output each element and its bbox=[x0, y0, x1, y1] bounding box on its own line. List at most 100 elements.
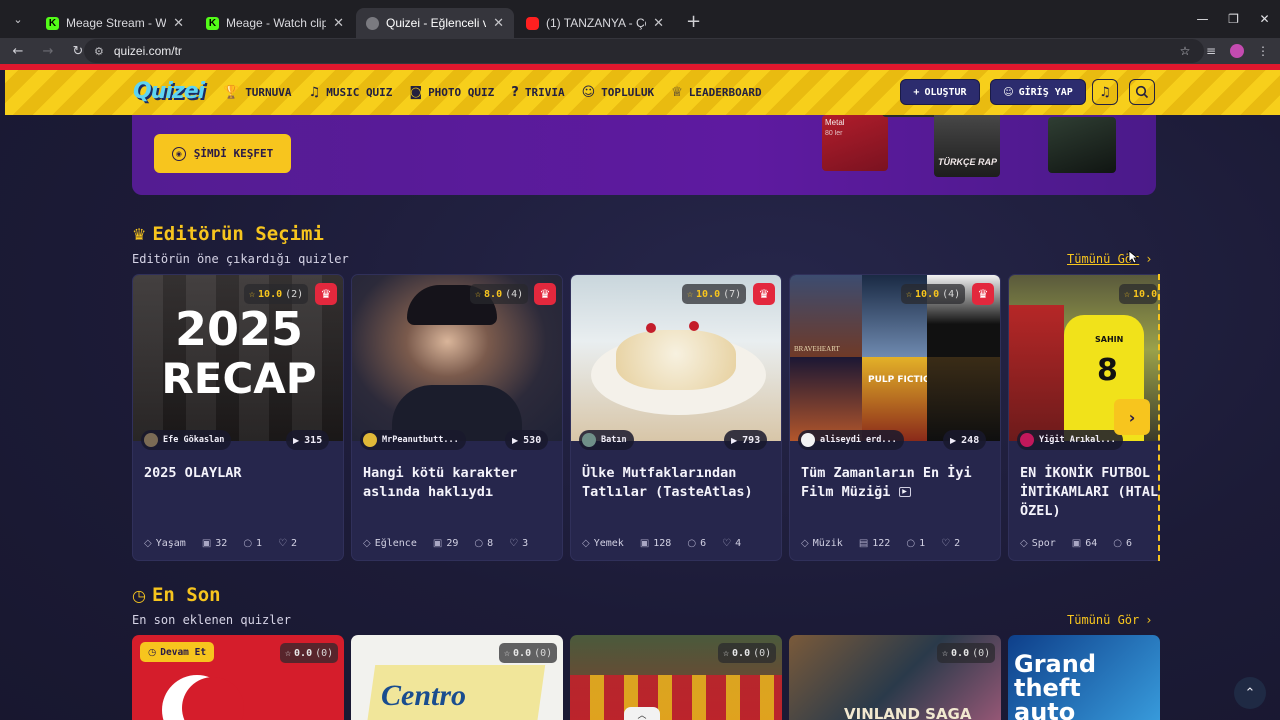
close-window-icon[interactable]: ✕ bbox=[1249, 0, 1280, 38]
heart-icon: ♡ bbox=[278, 538, 288, 549]
quiz-card-2025-olaylar[interactable]: 2025 RECAP ☆ 10.0 (2) ♛ Efe Gökaslan ▶ 315 … bbox=[132, 274, 344, 561]
tab-close-icon[interactable]: ✕ bbox=[653, 16, 664, 31]
browser-tab-1[interactable]: K Meage Stream - Watch Live on ✕ bbox=[36, 8, 194, 38]
search-icon[interactable] bbox=[1129, 79, 1155, 105]
latest-card-gta[interactable]: Grand theft auto bbox=[1008, 635, 1160, 720]
question-count-value: 122 bbox=[872, 538, 891, 549]
login-button[interactable]: ☺ GİRİŞ YAP bbox=[990, 79, 1086, 105]
bookmark-star-icon[interactable]: ☆ bbox=[1174, 40, 1196, 62]
author-name: aliseydi erd... bbox=[820, 435, 897, 445]
thumb-gta-1: Grand bbox=[1014, 650, 1096, 678]
minimize-icon[interactable]: — bbox=[1187, 0, 1218, 38]
browser-tab-4[interactable]: (1) TANZANYA - Çöpün İçinde S ✕ bbox=[516, 8, 674, 38]
new-tab-plus-icon[interactable]: + bbox=[676, 11, 711, 38]
tab-close-icon[interactable]: ✕ bbox=[333, 16, 344, 31]
scroll-up-tab-icon[interactable]: ︿ bbox=[624, 707, 660, 720]
like-count[interactable]: ♡ 4 bbox=[722, 538, 741, 549]
author-badge[interactable]: Efe Gökaslan bbox=[141, 430, 232, 450]
comment-icon: ○ bbox=[474, 538, 484, 549]
quiz-meta: ◇ Spor ▣ 64 ○ 6 bbox=[1020, 538, 1160, 549]
editor-crown-icon: ♛ bbox=[315, 283, 337, 305]
create-button[interactable]: + OLUŞTUR bbox=[900, 79, 980, 105]
editors-pick-see-all-link[interactable]: Tümünü Gör › bbox=[1067, 252, 1152, 266]
rating-count: (4) bbox=[505, 288, 524, 300]
author-badge[interactable]: Yiğit Arıkal... bbox=[1017, 430, 1123, 450]
user-icon: ☺ bbox=[1003, 86, 1014, 98]
window-controls: — ❐ ✕ bbox=[1187, 0, 1280, 38]
reading-list-icon[interactable]: ≡ bbox=[1200, 40, 1222, 62]
category: ◇ Yemek bbox=[582, 538, 624, 549]
notification-bell-icon[interactable]: ♫ bbox=[1092, 79, 1118, 105]
heart-icon: ♡ bbox=[941, 538, 951, 549]
site-settings-icon[interactable]: ⚙ bbox=[94, 45, 104, 58]
like-count[interactable]: ♡ 2 bbox=[941, 538, 960, 549]
browser-tab-2[interactable]: K Meage - Watch clips on Kick ✕ bbox=[196, 8, 354, 38]
like-count[interactable]: ♡ 3 bbox=[509, 538, 528, 549]
like-count-value: 4 bbox=[735, 538, 742, 549]
quiz-thumbnail bbox=[352, 275, 562, 441]
nav-item-trivia[interactable]: ? TRIVIA bbox=[511, 85, 564, 100]
play-count: 315 bbox=[304, 434, 323, 446]
continue-badge[interactable]: ◷ Devam Et bbox=[140, 642, 215, 662]
comment-count: ○ 1 bbox=[243, 538, 262, 549]
category-label: Yaşam bbox=[155, 538, 186, 549]
browser-tab-3-active[interactable]: Quizei - Eğlenceli ve etkileşimli ✕ bbox=[356, 8, 514, 38]
like-count[interactable]: ♡ 2 bbox=[278, 538, 297, 549]
explore-now-button[interactable]: ◉ ŞİMDİ KEŞFET bbox=[154, 134, 291, 173]
see-all-label: Tümünü Gör bbox=[1067, 613, 1140, 627]
quiz-card-kotu-karakter[interactable]: ☆ 8.0 (4) ♛ MrPeanutbutt... ▶ 530 Hangi köt… bbox=[351, 274, 563, 561]
chevron-right-icon: › bbox=[1145, 252, 1153, 266]
hero-turkce-rap-card[interactable] bbox=[934, 115, 1000, 177]
quiz-meta: ◇ Yaşam ▣ 32 ○ 1 ♡ 2 bbox=[144, 538, 339, 549]
latest-card-anime[interactable]: VINLAND SAGA ☆ 0.0 (0) bbox=[789, 635, 1001, 720]
create-label: OLUŞTUR bbox=[924, 86, 967, 98]
profile-avatar[interactable] bbox=[1226, 40, 1248, 62]
quiz-card-tatlilar[interactable]: ☆ 10.0 (7) ♛ Batın ▶ 793 Ülke Mutfaklarında… bbox=[570, 274, 782, 561]
author-badge[interactable]: aliseydi erd... bbox=[798, 430, 904, 450]
carousel-next-button[interactable]: › bbox=[1114, 399, 1150, 435]
thumb-brand: Centro bbox=[381, 679, 467, 712]
address-bar[interactable]: ⚙ quizei.com/tr bbox=[84, 39, 1204, 63]
nav-item-photo-quiz[interactable]: ◙ PHOTO QUIZ bbox=[409, 85, 494, 100]
restore-icon[interactable]: ❐ bbox=[1218, 0, 1249, 38]
hero-banner: ◉ ŞİMDİ KEŞFET Metal 80 ler TÜRKÇE RAP bbox=[132, 115, 1156, 195]
browser-menu-icon[interactable]: ⋮ bbox=[1252, 40, 1274, 62]
author-badge[interactable]: MrPeanutbutt... bbox=[360, 430, 466, 450]
chevron-right-icon: › bbox=[1128, 407, 1136, 427]
rating-value: 10.0 bbox=[1133, 288, 1158, 300]
quiz-card-film-muzigi[interactable]: BRAVEHEART PULP FICTION ☆ 10.0 (4) ♛ alise… bbox=[789, 274, 1001, 561]
tab-title: Quizei - Eğlenceli ve etkileşimli bbox=[386, 16, 487, 30]
nav-item-music-quiz[interactable]: ♫ MUSIC QUIZ bbox=[309, 85, 393, 100]
thumb-red-player bbox=[1009, 305, 1064, 441]
explore-label: ŞİMDİ KEŞFET bbox=[193, 147, 274, 160]
site-logo[interactable]: Quizei bbox=[133, 79, 205, 107]
back-arrow-icon[interactable]: ← bbox=[6, 39, 30, 63]
nav-item-topluluk[interactable]: ☺ TOPLULUK bbox=[582, 85, 655, 100]
site-header: Quizei 🏆 TURNUVA ♫ MUSIC QUIZ ◙ PHOTO QUIZ … bbox=[5, 70, 1280, 115]
quiz-thumbnail: BRAVEHEART PULP FICTION bbox=[790, 275, 1000, 441]
back-to-top-button[interactable]: ⌃ bbox=[1234, 677, 1266, 709]
rating-badge: ☆ 8.0 (4) bbox=[470, 284, 529, 304]
star-icon: ☆ bbox=[475, 288, 482, 300]
forward-arrow-icon[interactable]: → bbox=[36, 39, 60, 63]
tab-close-icon[interactable]: ✕ bbox=[173, 16, 184, 31]
question-icon: ? bbox=[511, 85, 519, 100]
latest-see-all-link[interactable]: Tümünü Gör › bbox=[1067, 613, 1152, 627]
comment-count-value: 6 bbox=[700, 538, 707, 549]
tab-search-chevron-icon[interactable]: ⌄ bbox=[0, 0, 36, 38]
latest-card-turkey[interactable]: ◷ Devam Et ☆ 0.0 (0) bbox=[132, 635, 344, 720]
film-icon: ▤ bbox=[858, 538, 869, 549]
music-icon: ♫ bbox=[308, 85, 321, 100]
latest-card-football-team[interactable]: ☆ 0.0 (0) bbox=[570, 635, 782, 720]
question-count-value: 32 bbox=[215, 538, 228, 549]
nav-item-turnuva[interactable]: 🏆 TURNUVA bbox=[223, 85, 292, 100]
kick-favicon-icon: K bbox=[206, 16, 219, 30]
hero-photo-card[interactable] bbox=[1048, 117, 1116, 173]
tab-close-icon[interactable]: ✕ bbox=[493, 16, 504, 31]
latest-card-centro[interactable]: Centro ☆ 0.0 (0) bbox=[351, 635, 563, 720]
category: ◇ Spor bbox=[1020, 538, 1056, 549]
thumb-team bbox=[570, 675, 782, 720]
comment-icon: ○ bbox=[687, 538, 697, 549]
nav-item-leaderboard[interactable]: ♕ LEADERBOARD bbox=[671, 85, 762, 100]
author-badge[interactable]: Batın bbox=[579, 430, 634, 450]
